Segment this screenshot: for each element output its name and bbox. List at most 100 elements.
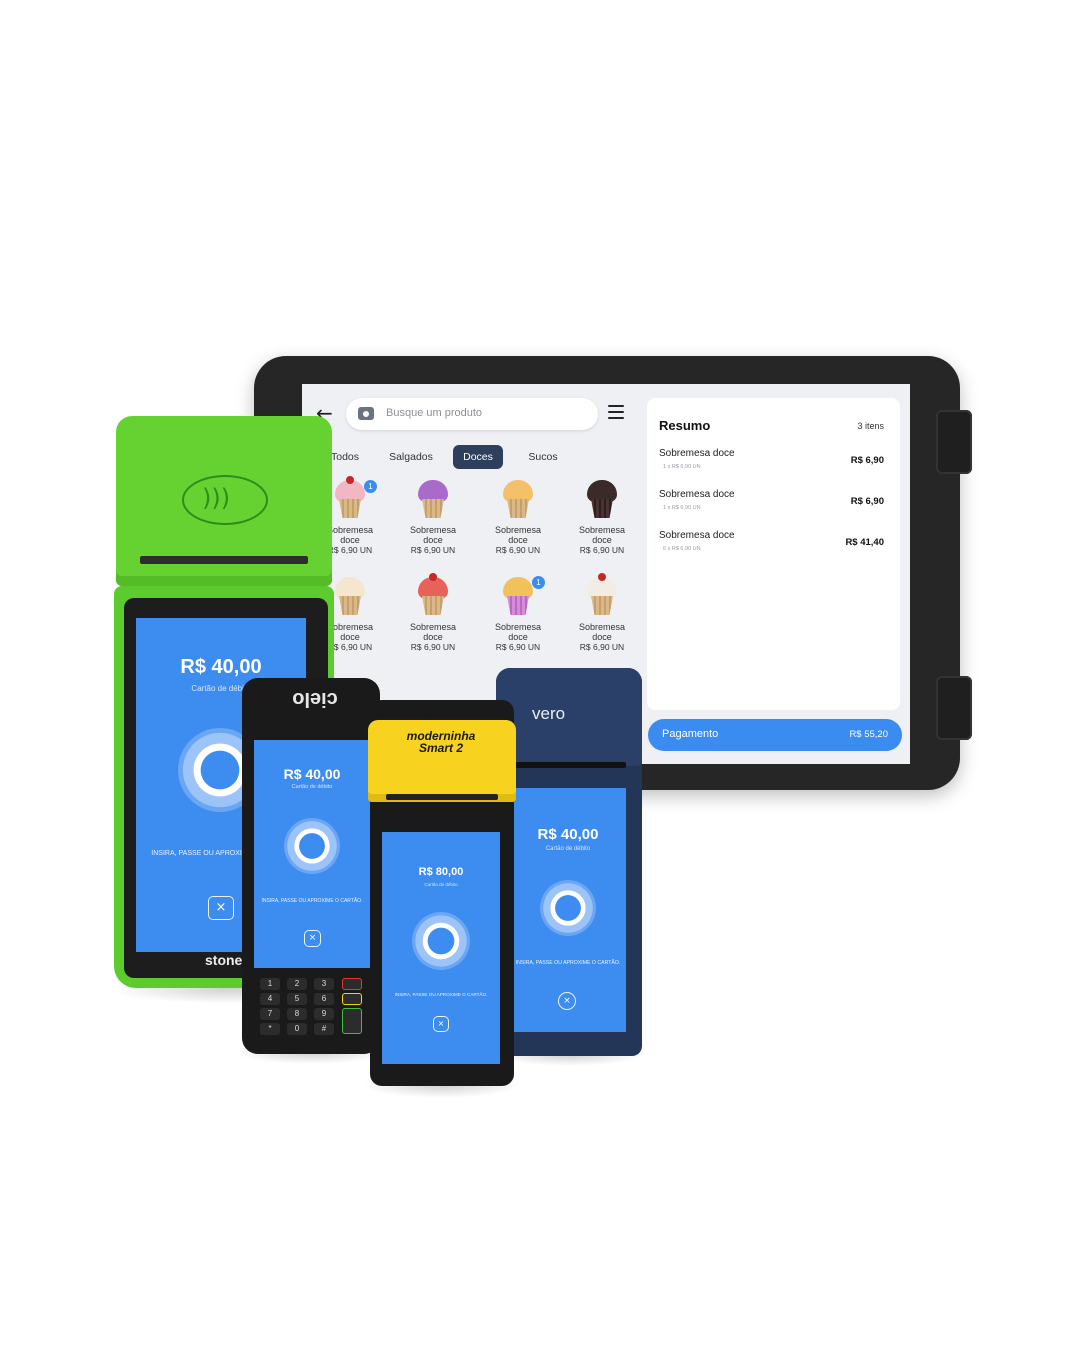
cupcake-image [415,480,451,520]
moderninha-logo: moderninha Smart 2 [384,730,498,754]
cancel-key-icon[interactable] [342,978,362,990]
tab-sucos[interactable]: Sucos [524,445,562,469]
product-card[interactable]: Sobremesa doce R$ 6,90 UN [562,573,642,653]
key-8[interactable]: 8 [287,1008,307,1020]
paper-slot [140,556,308,564]
key-3[interactable]: 3 [314,978,334,990]
summary-item-price: R$ 6,90 [850,455,884,466]
product-name: Sobremesa [494,525,542,535]
product-price: R$ 6,90 UN [495,642,541,652]
product-name: Sobremesa [578,525,626,535]
product-name: doce [592,632,612,642]
stone-logo: stone [205,952,243,968]
summary-item-detail: 1 x R$ 6,90 UN [663,464,701,470]
enter-key-icon[interactable] [342,1008,362,1034]
product-name: doce [423,535,443,545]
product-name: doce [508,632,528,642]
keypad: 1 2 3 4 5 6 7 8 9 * 0 # [256,976,368,1040]
product-price: R$ 6,90 UN [410,545,456,555]
quantity-badge: 1 [364,480,377,493]
instruction-text: INSIRA, PASSE OU APROXIME O CARTÃO. [394,992,488,997]
payment-method: Cartão de débito [291,784,333,790]
cupcake-image [584,480,620,520]
search-input[interactable]: Busque um produto [386,407,482,419]
summary-item-price: R$ 41,40 [845,537,884,548]
tablet-bracket-bottom [936,676,972,740]
key-0[interactable]: 0 [287,1023,307,1035]
payment-amount: R$ 40,00 [283,766,341,782]
key-1[interactable]: 1 [260,978,280,990]
cupcake-image [500,577,536,617]
quantity-badge: 1 [532,576,545,589]
product-price: R$ 6,90 UN [579,545,625,555]
cupcake-image [500,480,536,520]
cancel-button[interactable]: × [208,896,234,920]
payment-button[interactable]: Pagamento R$ 55,20 [648,719,902,751]
instruction-text: INSIRA, PASSE OU APROXIME O CARTÃO. [261,898,363,904]
hamburger-menu-icon[interactable] [608,405,624,419]
paper-slot [514,762,626,768]
vero-screen: R$ 40,00 Cartão de débito ))) INSIRA, PA… [510,788,626,1032]
payment-method: Cartão de débito [545,846,591,852]
contactless-icon: ))) [412,912,470,970]
product-card[interactable]: Sobremesa doce R$ 6,90 UN [562,480,642,556]
product-price: R$ 6,90 UN [579,642,625,652]
product-price: R$ 6,90 UN [495,545,541,555]
payment-label: Pagamento [662,728,719,740]
tablet-bracket-top [936,410,972,474]
contactless-icon: ))) [284,818,340,874]
clear-key-icon[interactable] [342,993,362,1005]
product-name: doce [508,535,528,545]
key-2[interactable]: 2 [287,978,307,990]
contactless-icon: ))) [540,880,596,936]
product-name: Sobremesa [494,622,542,632]
payment-total: R$ 55,20 [849,729,888,740]
key-7[interactable]: 7 [260,1008,280,1020]
key-star[interactable]: * [260,1023,280,1035]
search-bar[interactable]: Busque um produto [346,398,598,430]
cancel-button[interactable]: × [433,1016,449,1032]
product-price: R$ 6,90 UN [410,642,456,652]
cielo-screen: R$ 40,00 Cartão de débito ))) INSIRA, PA… [254,740,370,968]
summary-item-detail: 1 x R$ 6,90 UN [663,505,701,511]
product-name: doce [592,535,612,545]
summary-item-detail: 6 x R$ 6,90 UN [663,546,701,552]
key-9[interactable]: 9 [314,1008,334,1020]
cielo-logo: cielo [292,688,338,710]
tab-todos[interactable]: Todos [328,445,362,469]
cancel-button[interactable]: × [558,992,576,1010]
vero-logo: vero [532,704,566,723]
cupcake-image [332,577,368,617]
payment-method: Cartão de débito [424,882,458,887]
moderninha-screen: R$ 80,00 Cartão de débito ))) INSIRA, PA… [382,832,500,1064]
summary-count: 3 itens [857,421,884,431]
key-5[interactable]: 5 [287,993,307,1005]
key-hash[interactable]: # [314,1023,334,1035]
summary-title: Resumo [659,418,711,433]
payment-amount: R$ 80,00 [418,866,464,878]
product-card[interactable]: Sobremesa doce R$ 6,90 UN [478,577,558,653]
key-6[interactable]: 6 [314,993,334,1005]
summary-item-name: Sobremesa doce [659,448,735,459]
product-name: Sobremesa [409,525,457,535]
moderninha-logo-line2: Smart 2 [418,741,464,755]
tab-doces[interactable]: Doces [453,445,503,469]
instruction-text: INSIRA, PASSE OU APROXIME O CARTÃO. [515,960,621,966]
cupcake-image [584,573,620,617]
summary-item-name: Sobremesa doce [659,489,735,500]
product-name: doce [423,632,443,642]
cupcake-image [332,476,368,520]
product-card[interactable]: Sobremesa doce R$ 6,90 UN [478,480,558,556]
product-name: Sobremesa [578,622,626,632]
summary-item-price: R$ 6,90 [850,496,884,507]
cancel-button[interactable]: × [304,930,321,947]
vero-printer-head [496,668,642,766]
product-card[interactable]: Sobremesa doce R$ 6,90 UN [393,480,473,556]
key-4[interactable]: 4 [260,993,280,1005]
product-card[interactable]: Sobremesa doce R$ 6,90 UN [393,573,473,653]
contactless-icon: ))) [202,484,231,512]
cupcake-image [415,573,451,617]
tab-salgados[interactable]: Salgados [384,445,438,469]
camera-icon[interactable] [358,407,374,420]
payment-amount: R$ 40,00 [180,656,262,678]
